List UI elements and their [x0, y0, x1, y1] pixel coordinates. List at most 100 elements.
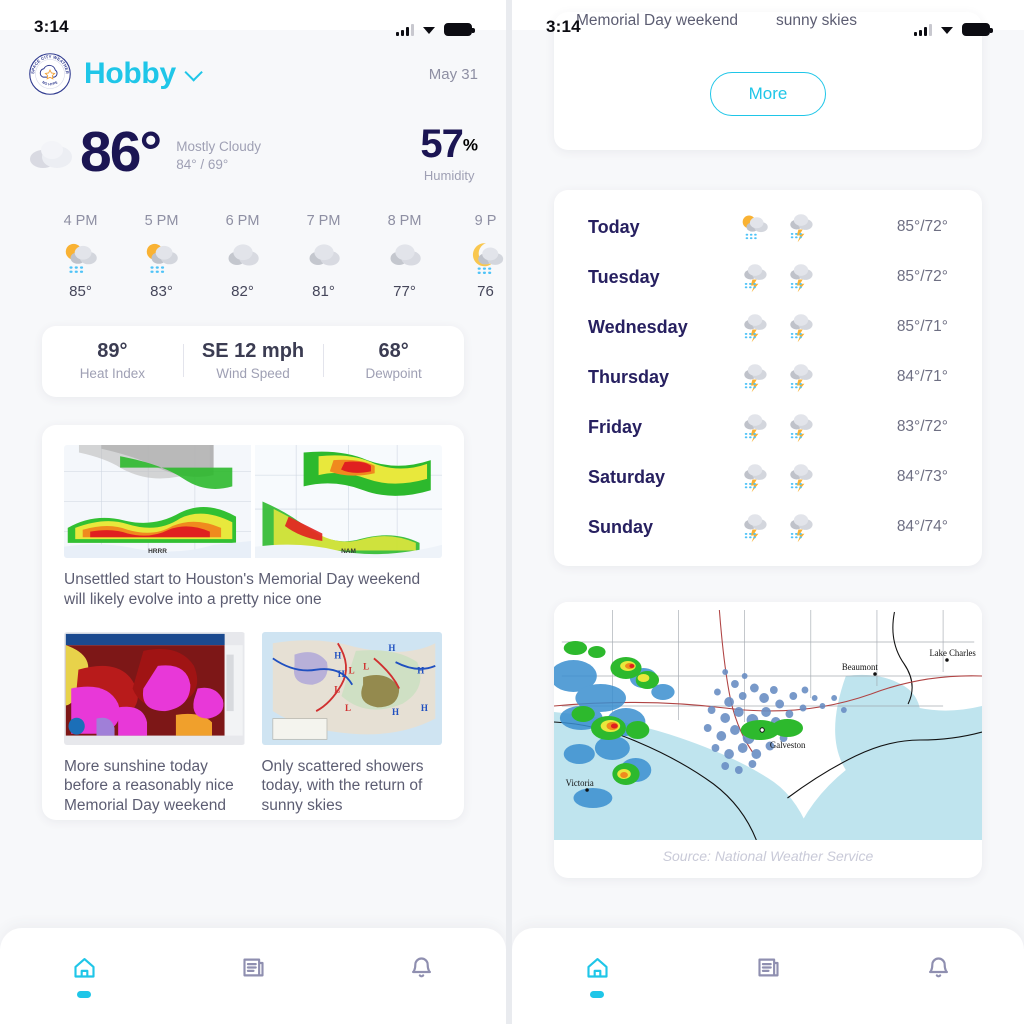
nav-item-home[interactable] [512, 954, 683, 998]
daily-forecast-row[interactable]: Sunday 84°/74° [554, 502, 982, 552]
hourly-temp: 85° [69, 283, 92, 300]
bottom-nav [512, 928, 1024, 1024]
cloud-storm-icon [744, 314, 767, 343]
nav-item-news[interactable] [683, 954, 854, 986]
daily-temps: 85°/71° [896, 318, 948, 335]
hrrr-label: HRRR [148, 548, 167, 555]
humidity-value: 57 [420, 122, 463, 166]
hourly-item[interactable]: 6 PM 82° [202, 213, 283, 300]
radar-label-beaumont: Beaumont [842, 662, 878, 672]
chevron-down-icon [184, 62, 203, 82]
current-conditions: 86° Mostly Cloudy 84° / 69° 57% Humidity [0, 96, 506, 183]
bell-icon [408, 954, 435, 986]
nam-label: NAM [341, 548, 356, 555]
scroll-fade [0, 898, 506, 928]
nav-item-news[interactable] [169, 954, 338, 986]
hourly-icon [283, 235, 364, 281]
hourly-forecast[interactable]: 4 PM 85° 5 PM 83° 6 PM 82° 7 PM 81° 8 PM 77° 9 P 76 [0, 183, 506, 300]
news-item[interactable]: More sunshine today before a reasonably … [64, 631, 245, 816]
hourly-item[interactable]: 4 PM 85° [40, 213, 121, 300]
daily-day-name: Sunday [588, 516, 654, 537]
stat-item: SE 12 mph Wind Speed [182, 340, 324, 381]
hourly-time: 8 PM [387, 213, 422, 229]
bell-icon [925, 954, 952, 986]
cloud-icon [390, 244, 421, 266]
cloud-storm-icon [790, 214, 813, 243]
hourly-time: 9 P [474, 213, 497, 229]
stat-label: Heat Index [79, 366, 145, 381]
nav-item-home[interactable] [0, 954, 169, 998]
svg-text:H: H [391, 706, 399, 716]
stat-value: 68° [378, 340, 409, 362]
surface-analysis-map-thumbnail: LL LL HH HH HH [261, 631, 442, 745]
svg-text:H: H [420, 703, 428, 713]
daily-forecast-row[interactable]: Today 85°/72° [554, 202, 982, 252]
cloud-icon [309, 244, 340, 266]
daily-forecast-row[interactable]: Friday 83°/72° [554, 402, 982, 452]
hourly-item[interactable]: 8 PM 77° [364, 213, 445, 300]
space-city-weather-logo: SPACE CITY WEATHER NO HYPE [29, 53, 71, 95]
hourly-icon [40, 235, 121, 281]
radar-card[interactable]: Victoria Beaumont Lake Charles Galveston… [554, 602, 982, 878]
hourly-time: 4 PM [63, 213, 98, 229]
daily-icons [738, 210, 818, 244]
daily-temps: 83°/72° [896, 418, 948, 435]
radar-source: Source: National Weather Service [662, 848, 874, 864]
signal-bars-icon [396, 24, 414, 36]
hourly-icon [202, 235, 283, 281]
cloud-storm-icon [744, 364, 767, 393]
hourly-item[interactable]: 5 PM 83° [121, 213, 202, 300]
phone-panel-right: 3:14 Memorial Day weekend sunny skies Mo… [512, 0, 1024, 1024]
nav-item-alerts[interactable] [853, 954, 1024, 986]
location-selector[interactable]: Hobby [84, 57, 203, 91]
news-item[interactable]: LL LL HH HH HH Only scattered showers to… [261, 631, 443, 816]
svg-text:H: H [388, 642, 396, 652]
daily-forecast-row[interactable]: Saturday 84°/73° [554, 452, 982, 502]
stat-value: 89° [97, 340, 128, 362]
nav-active-indicator [590, 991, 605, 998]
daily-forecast-row[interactable]: Tuesday 85°/72° [554, 252, 982, 302]
news-hero-images[interactable]: HRRR NAM [64, 445, 442, 558]
cloud-icon [30, 140, 72, 168]
app-header: SPACE CITY WEATHER NO HYPE Hobby May 31 [0, 30, 506, 96]
daily-icons [738, 460, 818, 494]
radar-label-victoria: Victoria [566, 778, 594, 788]
daily-forecast-row[interactable]: Wednesday 85°/71° [554, 302, 982, 352]
hourly-temp: 82° [231, 283, 254, 300]
news-icon [240, 954, 267, 986]
cloud-storm-icon [790, 364, 813, 393]
more-button[interactable]: More [709, 72, 827, 116]
hourly-time: 7 PM [306, 213, 341, 229]
cloud-storm-icon [790, 314, 813, 343]
daily-forecast-row[interactable]: Thursday 84°/71° [554, 352, 982, 402]
current-description: Mostly Cloudy [176, 139, 261, 155]
cloud-storm-icon [744, 464, 767, 493]
hourly-icon [445, 235, 506, 281]
status-bar-time: 3:14 [34, 17, 69, 36]
radar-label-lake-charles: Lake Charles [929, 648, 976, 658]
battery-icon [444, 23, 475, 36]
hourly-item[interactable]: 7 PM 81° [283, 213, 364, 300]
cloud-icon [228, 244, 259, 266]
hrrr-model-image: HRRR [64, 445, 251, 558]
news-headline[interactable]: Unsettled start to Houston's Memorial Da… [64, 570, 442, 610]
daily-icons [738, 310, 818, 344]
dual-phone-screenshot: 3:14 SPACE CITY WEATHER NO HYPE Hobby Ma… [0, 0, 1024, 1024]
hourly-temp: 76 [477, 283, 494, 300]
bottom-nav [0, 928, 506, 1024]
news-caption[interactable]: More sunshine today before a reasonably … [64, 757, 245, 816]
humidity-unit: % [462, 135, 478, 155]
daily-day-name: Wednesday [588, 316, 688, 337]
clipped-headline: sunny skies [775, 12, 857, 29]
news-icon [755, 954, 782, 986]
nav-item-alerts[interactable] [337, 954, 506, 986]
daily-temps: 84°/73° [896, 468, 948, 485]
hourly-time: 5 PM [144, 213, 179, 229]
radar-label-galveston: Galveston [770, 740, 806, 750]
news-caption[interactable]: Only scattered showers today, with the r… [262, 757, 443, 816]
daily-icons [738, 510, 818, 544]
hourly-item[interactable]: 9 P 76 [445, 213, 506, 300]
cloud-storm-icon [790, 464, 813, 493]
daily-temps: 84°/74° [896, 518, 948, 535]
hourly-temp: 83° [150, 283, 173, 300]
